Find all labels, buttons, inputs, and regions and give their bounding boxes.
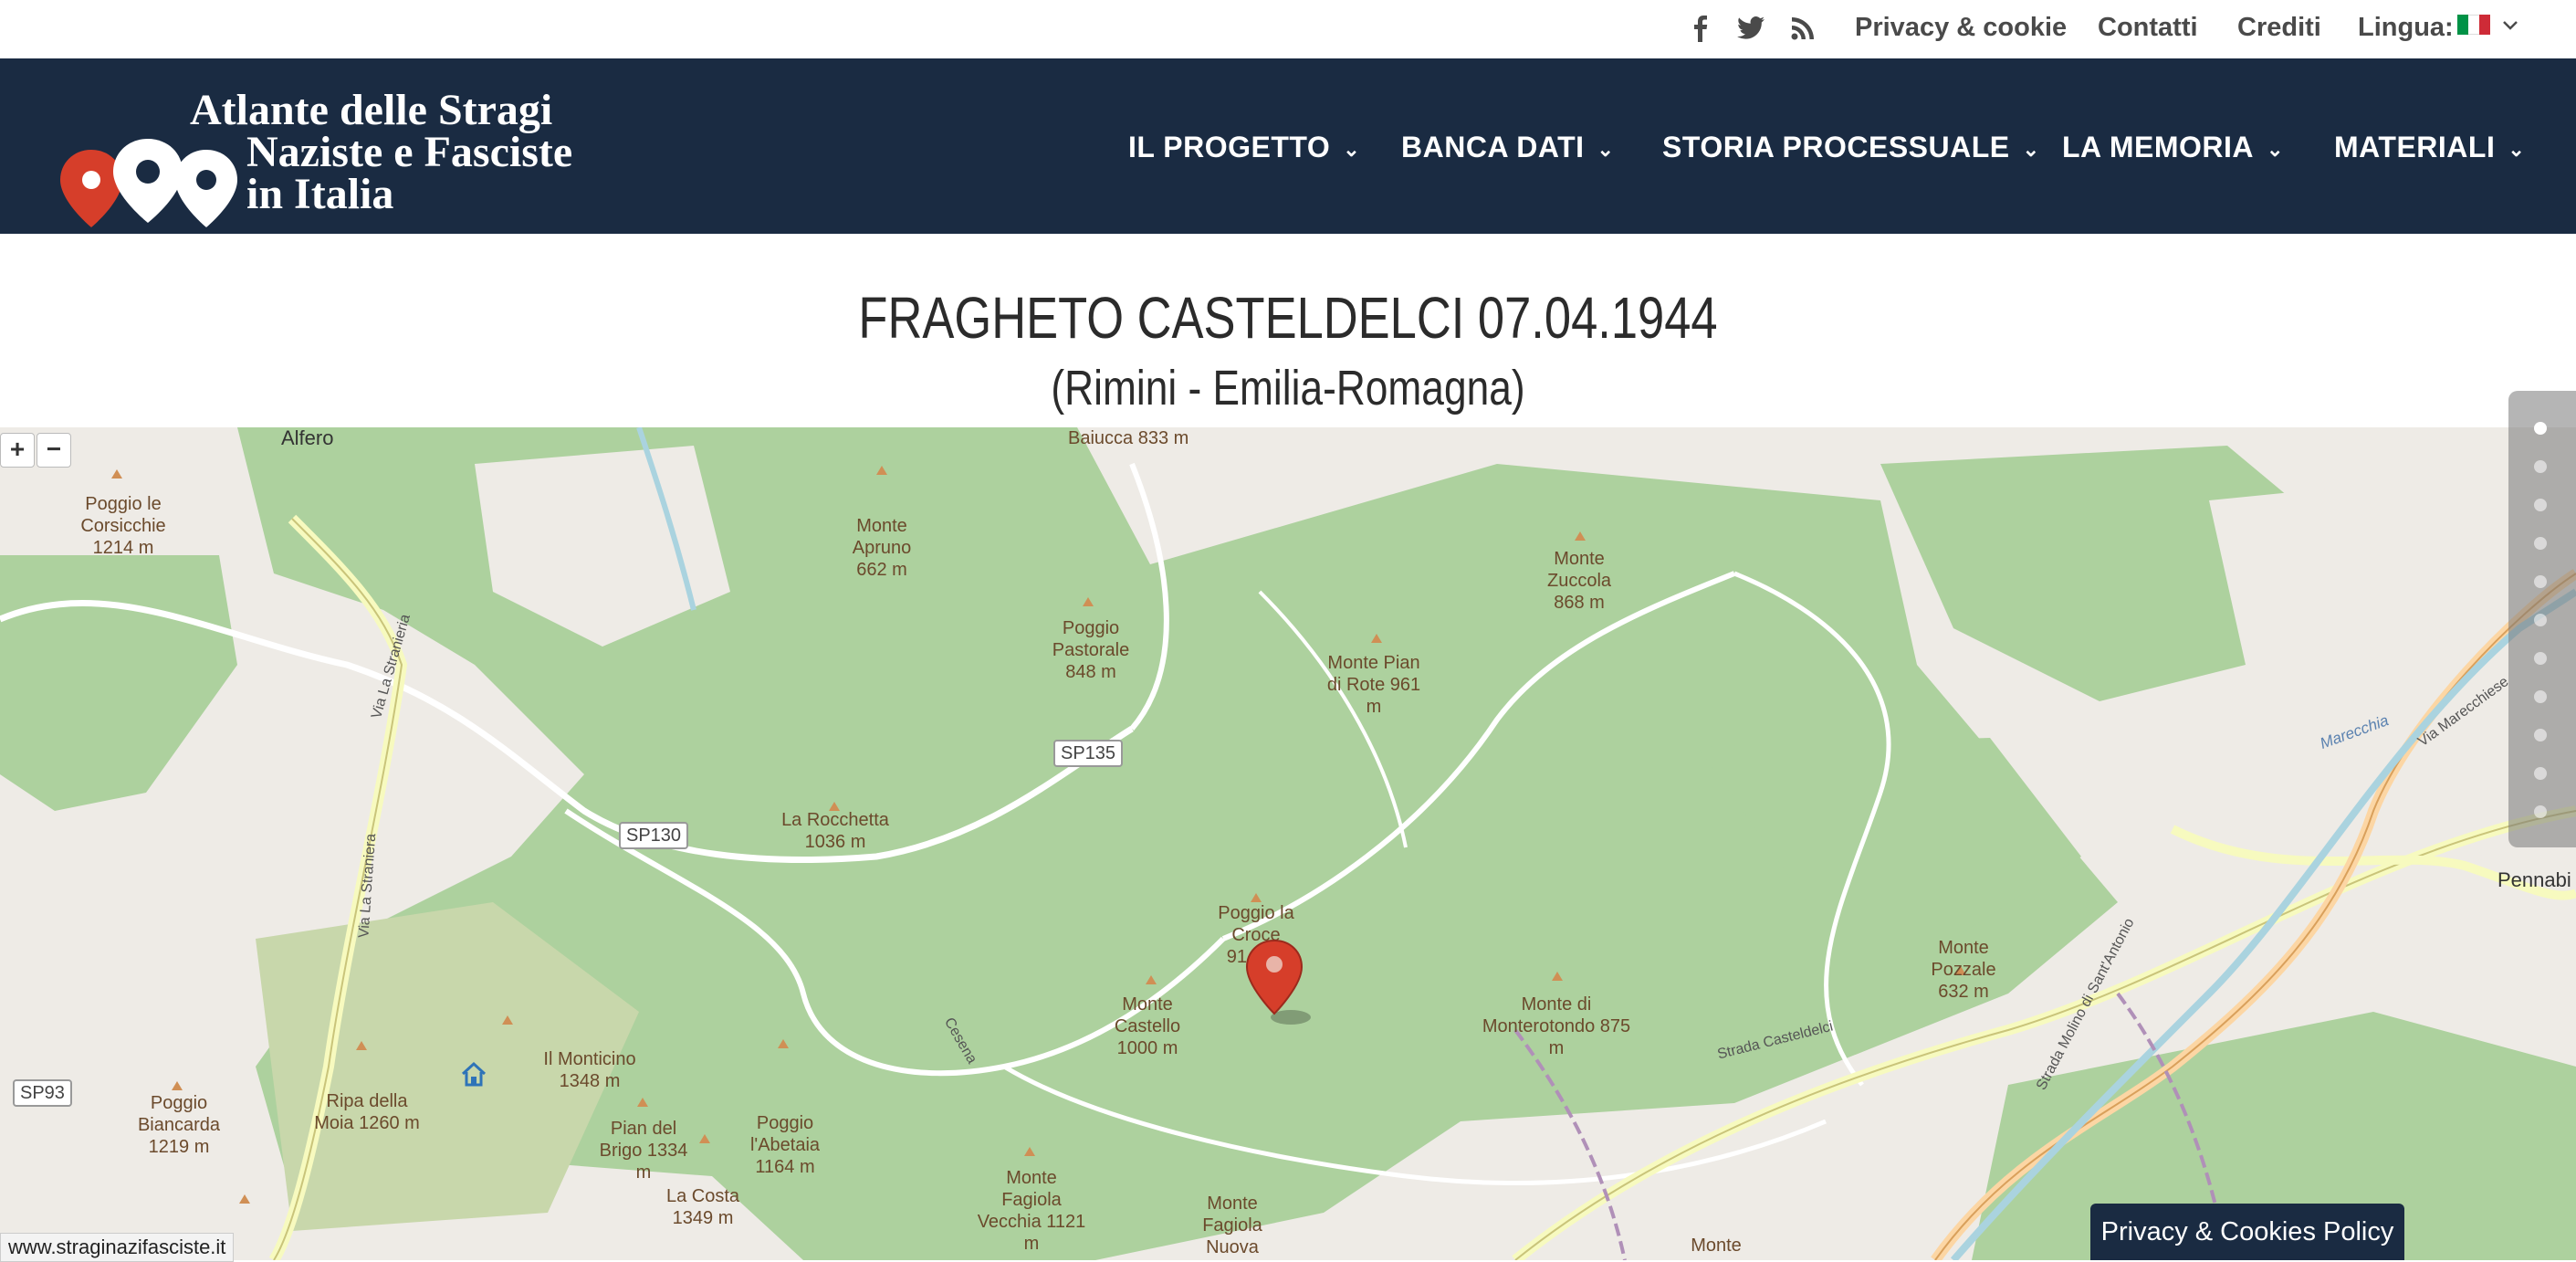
chevron-down-icon: ⌄ [2508, 137, 2526, 161]
italian-flag-icon[interactable] [2457, 15, 2490, 35]
menu-label: LA MEMORIA [2062, 131, 2255, 163]
privacy-cookie-link[interactable]: Privacy & cookie [1855, 11, 2067, 44]
logo-title[interactable]: Atlante delle Stragi Naziste e Fasciste … [190, 89, 572, 216]
section-dot[interactable] [2534, 729, 2547, 741]
peak-label: Monte Fagiola Nuova [1202, 1194, 1262, 1257]
peak-label: La Rocchetta 1036 m [781, 810, 889, 852]
place-label: Baiucca 833 m [1068, 428, 1189, 448]
section-dot[interactable] [2534, 614, 2547, 626]
section-dot[interactable] [2534, 652, 2547, 665]
shelter-icon [461, 1061, 487, 1087]
chevron-down-icon: ⌄ [2022, 137, 2040, 161]
section-dot[interactable] [2534, 767, 2547, 780]
peak-label: La Costa 1349 m [665, 1186, 740, 1228]
menu-la-memoria[interactable]: LA MEMORIA ⌄ [2062, 129, 2284, 168]
peak-label: Il Monticino 1348 m [543, 1049, 636, 1091]
section-dot[interactable] [2534, 460, 2547, 473]
twitter-icon[interactable] [1734, 11, 1767, 44]
menu-materiali[interactable]: MATERIALI ⌄ [2334, 129, 2525, 168]
status-url: www.straginazifasciste.it [0, 1233, 235, 1262]
logo-line-2: Naziste e Fasciste [246, 128, 573, 176]
road-shield: SP135 [1053, 740, 1124, 767]
main-navigation: Atlante delle Stragi Naziste e Fasciste … [0, 58, 2576, 234]
contatti-link[interactable]: Contatti [2098, 11, 2198, 44]
menu-label: STORIA PROCESSUALE [1662, 131, 2010, 163]
location-marker-icon[interactable] [1243, 937, 1320, 1028]
map-tiles [0, 427, 2576, 1260]
menu-storia-processuale[interactable]: STORIA PROCESSUALE ⌄ [1662, 129, 2040, 168]
menu-label: MATERIALI [2334, 131, 2496, 163]
section-dots-nav [2508, 391, 2576, 847]
peak-label: Poggio Biancarda 1219 m [137, 1093, 221, 1157]
logo-line-3: in Italia [246, 170, 394, 218]
peak-label: Ripa della Moia 1260 m [314, 1091, 420, 1133]
peak-label: Monte Pozzale 632 m [1931, 938, 1996, 1002]
zoom-out-button[interactable]: − [37, 433, 71, 468]
peak-label: Monte [1691, 1236, 1742, 1256]
peak-label: Monte Fagiola Vecchia 1121 m [977, 1168, 1086, 1254]
peak-label: Monte Aprunо 662 m [852, 516, 912, 580]
peak-label: Poggio le Corsicchie 1214 m [80, 494, 166, 558]
place-label: Pennabi [2497, 868, 2571, 891]
crediti-link[interactable]: Crediti [2237, 11, 2321, 44]
menu-label: IL PROGETTO [1128, 131, 1331, 163]
logo-line-1: Atlante delle Stragi [190, 86, 553, 134]
peak-label: Pian del Brigo 1334 m [599, 1119, 688, 1183]
zoom-in-button[interactable]: + [0, 433, 35, 468]
chevron-down-icon[interactable] [2501, 18, 2519, 33]
map[interactable]: Alfero Baiucca 833 m Poggio le Corsicchi… [0, 427, 2576, 1260]
privacy-cookies-policy-button[interactable]: Privacy & Cookies Policy [2090, 1204, 2404, 1260]
chevron-down-icon: ⌄ [1597, 137, 1615, 161]
menu-il-progetto[interactable]: IL PROGETTO ⌄ [1128, 129, 1360, 168]
section-dot[interactable] [2534, 422, 2547, 435]
peak-label: Monte Pian di Rote 961 m [1326, 653, 1421, 717]
peak-label: Monte di Monterotondo 875 m [1482, 994, 1631, 1058]
top-utility-bar: Privacy & cookie Contatti Crediti Lingua… [0, 0, 2576, 58]
peak-label: Poggio Pastorale 848 m [1052, 618, 1130, 682]
road-shield: SP130 [619, 822, 689, 849]
section-dot[interactable] [2534, 499, 2547, 511]
section-dot[interactable] [2534, 690, 2547, 703]
language-label[interactable]: Lingua: [2358, 11, 2454, 44]
facebook-icon[interactable] [1684, 11, 1717, 44]
menu-label: BANCA DATI [1401, 131, 1585, 163]
menu-banca-dati[interactable]: BANCA DATI ⌄ [1401, 129, 1614, 168]
chevron-down-icon: ⌄ [1343, 137, 1361, 161]
page-title: FRAGHETO CASTELDELCI 07.04.1944 [858, 285, 1718, 351]
chevron-down-icon: ⌄ [2267, 137, 2284, 161]
road-shield: SP93 [13, 1079, 72, 1107]
peak-label: Poggio l'Abetaia 1164 m [749, 1113, 821, 1177]
peak-label: Monte Castello 1000 m [1114, 994, 1181, 1058]
place-label: Alfero [281, 427, 334, 449]
peak-label: Monte Zuccola 868 m [1546, 549, 1612, 613]
section-dot[interactable] [2534, 805, 2547, 818]
rss-icon[interactable] [1787, 11, 1820, 44]
section-dot[interactable] [2534, 537, 2547, 550]
page-subtitle: (Rimini - Emilia-Romagna) [1051, 361, 1525, 415]
section-dot[interactable] [2534, 575, 2547, 588]
